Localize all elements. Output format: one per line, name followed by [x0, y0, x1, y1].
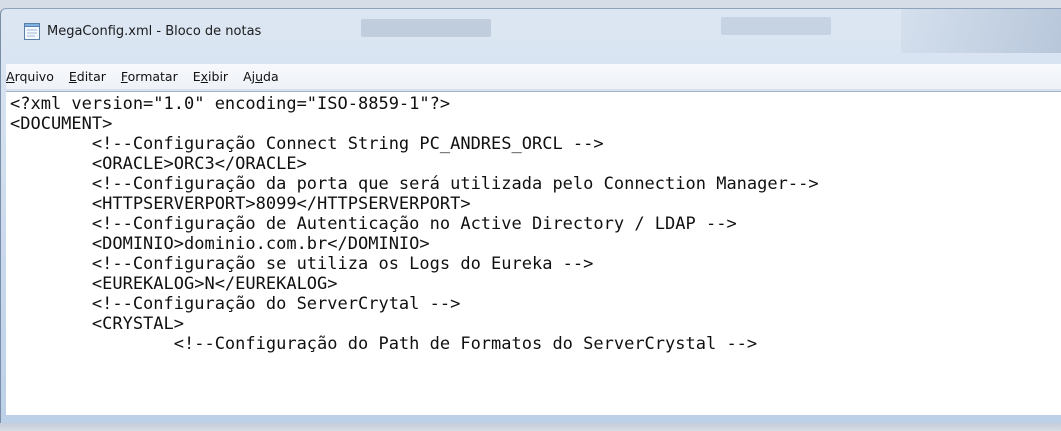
taskbar-edge: [0, 423, 1061, 431]
editor-line: <HTTPSERVERPORT>8099</HTTPSERVERPORT>: [10, 194, 471, 214]
menu-editar[interactable]: Editar: [69, 69, 114, 84]
editor-line: <?xml version="1.0" encoding="ISO-8859-1…: [10, 94, 451, 114]
title-bar[interactable]: MegaConfig.xml - Bloco de notas: [1, 9, 1061, 53]
editor-line: <!--Configuração se utiliza os Logs do E…: [10, 254, 594, 274]
title-bar-reflection: [901, 9, 1061, 53]
menu-formatar[interactable]: Formatar: [121, 69, 186, 84]
editor-line: <ORACLE>ORC3</ORACLE>: [10, 154, 307, 174]
notepad-icon: [23, 21, 41, 41]
editor-line: <!--Configuração do ServerCrytal -->: [10, 294, 461, 314]
editor-line: <CRYSTAL>: [10, 314, 184, 334]
title-bar-reflection: [721, 17, 831, 35]
editor-line: <!--Configuração da porta que será utili…: [10, 174, 819, 194]
menu-arquivo[interactable]: Arquivo: [6, 69, 62, 84]
menu-ajuda[interactable]: Ajuda: [243, 69, 287, 84]
menu-exibir[interactable]: Exibir: [193, 69, 236, 84]
text-editor[interactable]: <?xml version="1.0" encoding="ISO-8859-1…: [6, 91, 1061, 415]
editor-line: <EUREKALOG>N</EUREKALOG>: [10, 274, 338, 294]
editor-line: <DOCUMENT>: [10, 114, 113, 134]
editor-line: <DOMINIO>dominio.com.br</DOMINIO>: [10, 234, 430, 254]
editor-line: <!--Configuração do Path de Formatos do …: [10, 334, 758, 354]
title-bar-reflection: [361, 19, 491, 37]
editor-line: <!--Configuração de Autenticação no Acti…: [10, 214, 737, 234]
editor-line: <!--Configuração Connect String PC_ANDRE…: [10, 134, 604, 154]
menu-bar: Arquivo Editar Formatar Exibir Ajuda: [6, 64, 1061, 90]
window-title: MegaConfig.xml - Bloco de notas: [47, 23, 262, 39]
